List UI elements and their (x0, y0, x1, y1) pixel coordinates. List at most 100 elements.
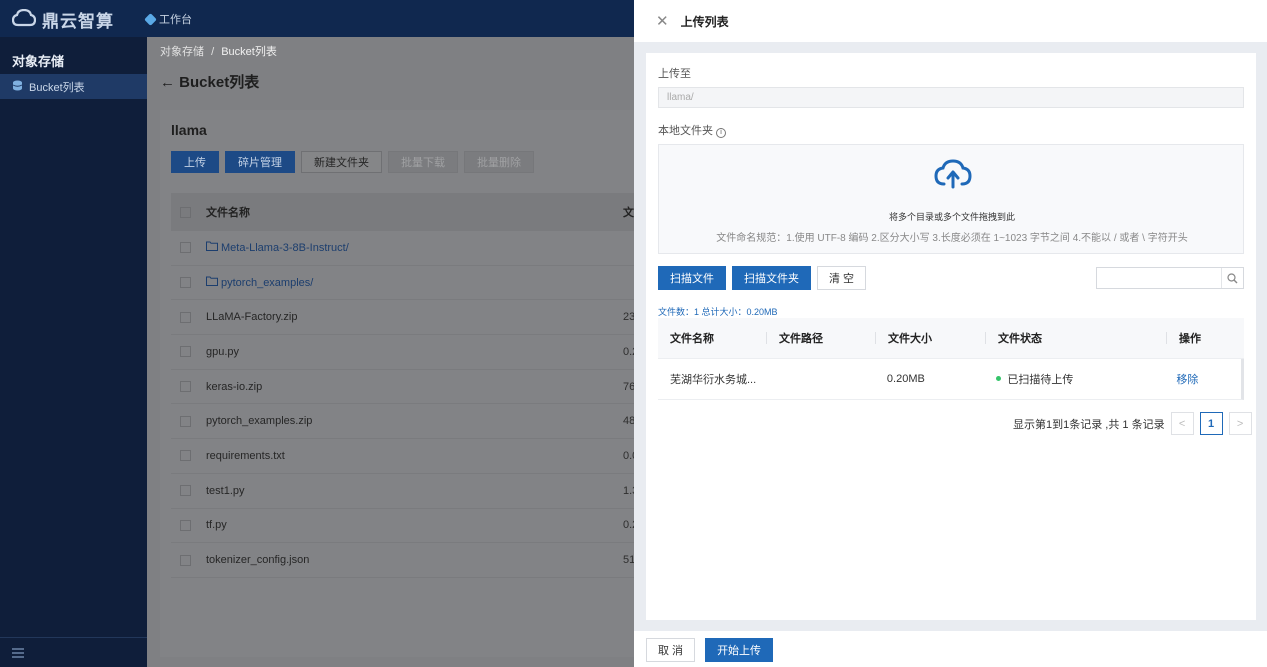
prev-page-button[interactable]: < (1170, 412, 1194, 435)
pagination-info: 显示第1到1条记录 ,共 1 条记录 (1013, 418, 1165, 431)
info-icon[interactable]: i (716, 128, 726, 138)
upload-button[interactable]: 上传 (171, 151, 219, 173)
brand-name: 鼎云智算 (42, 11, 114, 31)
folder-name-link[interactable]: pytorch_examples/ (221, 277, 313, 289)
local-folder-label-text: 本地文件夹 (658, 125, 713, 137)
header-status: 文件状态 (986, 330, 1167, 346)
batch-download-button[interactable]: 批量下载 (388, 151, 458, 173)
table-row[interactable]: requirements.txt 0.0 (171, 439, 660, 474)
clear-button[interactable]: 清 空 (817, 266, 867, 290)
row-checkbox[interactable] (180, 450, 191, 462)
file-naming-rules: 文件命名规范：1.使用 UTF-8 编码 2.区分大小写 3.长度必须在 1~1… (716, 233, 1188, 244)
brand-logo[interactable]: 鼎云智算 (11, 6, 114, 32)
remove-link[interactable]: 移除 (1164, 371, 1241, 387)
file-table-body: Meta-Llama-3-8B-Instruct/pytorch_example… (171, 231, 660, 578)
file-name: tf.py (206, 519, 227, 532)
workbench-label: 工作台 (159, 14, 192, 26)
header-size: 文件大小 (876, 330, 986, 346)
sidebar-item-label: Bucket列表 (29, 81, 85, 94)
table-row[interactable]: Meta-Llama-3-8B-Instruct/ (171, 231, 660, 266)
upload-file-status: 已扫描待上传 (984, 371, 1164, 387)
breadcrumb-root[interactable]: 对象存储 (160, 46, 204, 58)
row-checkbox[interactable] (180, 485, 191, 497)
header-action: 操作 (1179, 333, 1201, 345)
upload-table-header: 文件名称 文件路径 文件大小 文件状态 操作 (658, 318, 1244, 359)
header-file-name: 文件名称 (206, 207, 250, 219)
next-page-button[interactable]: > (1228, 412, 1252, 435)
workbench-link[interactable]: 工作台 (144, 11, 192, 27)
upload-drawer: ✕ 上传列表 上传至 llama/ 本地文件夹 i 将多个目录或多个文件拖拽到此 … (634, 0, 1267, 667)
upload-file-table: 文件名称 文件路径 文件大小 文件状态 操作 芜湖华衍水务城... 0.20MB… (658, 318, 1244, 400)
search-icon[interactable] (1221, 268, 1243, 288)
breadcrumb-separator: / (211, 46, 215, 58)
menu-collapse-icon[interactable] (12, 648, 24, 658)
fragment-manage-button[interactable]: 碎片管理 (225, 151, 295, 173)
header-file-size: 文 (623, 207, 634, 219)
drawer-header: ✕ 上传列表 (634, 0, 1267, 42)
sidebar-item-bucket-list[interactable]: Bucket列表 (0, 74, 147, 99)
row-checkbox[interactable] (180, 242, 191, 254)
file-name: pytorch_examples.zip (206, 415, 313, 428)
sidebar: 对象存储 Bucket列表 (0, 37, 147, 667)
close-icon[interactable]: ✕ (656, 12, 669, 30)
bucket-name: llama (171, 122, 207, 138)
header-path: 文件路径 (767, 330, 876, 346)
file-name: test1.py (206, 484, 245, 497)
table-row[interactable]: keras-io.zip 76 (171, 370, 660, 405)
row-checkbox[interactable] (180, 554, 191, 566)
pagination: 显示第1到1条记录 ,共 1 条记录 < 1 > (1013, 412, 1252, 435)
file-summary: 文件数：1 总计大小：0.20MB (658, 307, 778, 317)
row-checkbox[interactable] (180, 311, 191, 323)
table-row[interactable]: pytorch_examples.zip 48 (171, 404, 660, 440)
table-row[interactable]: tokenizer_config.json 51 (171, 543, 660, 578)
status-text: 已扫描待上传 (1007, 374, 1074, 386)
bucket-toolbar: 上传 碎片管理 新建文件夹 批量下载 批量删除 (171, 151, 534, 173)
file-name: requirements.txt (206, 449, 285, 462)
page-1-button[interactable]: 1 (1199, 412, 1223, 435)
folder-icon (206, 276, 221, 289)
table-row[interactable]: LLaMA-Factory.zip 23 (171, 300, 660, 336)
file-table-header: 文件名称 文 (171, 193, 660, 231)
table-row[interactable]: gpu.py 0.2 (171, 335, 660, 370)
row-checkbox[interactable] (180, 519, 191, 531)
sidebar-footer (0, 637, 147, 667)
start-upload-button[interactable]: 开始上传 (705, 638, 774, 662)
table-row: 芜湖华衍水务城... 0.20MB 已扫描待上传 移除 (658, 359, 1244, 400)
scan-folder-button[interactable]: 扫描文件夹 (732, 266, 811, 290)
row-checkbox[interactable] (180, 277, 191, 289)
table-row[interactable]: tf.py 0.2 (171, 509, 660, 544)
upload-to-label: 上传至 (658, 68, 691, 80)
workbench-icon (144, 12, 157, 26)
row-checkbox[interactable] (180, 415, 191, 427)
table-row[interactable]: test1.py 1.3 (171, 474, 660, 509)
database-icon (12, 80, 23, 94)
folder-name-link[interactable]: Meta-Llama-3-8B-Instruct/ (221, 242, 349, 254)
batch-delete-button[interactable]: 批量删除 (464, 151, 534, 173)
search-input[interactable] (1096, 267, 1244, 289)
scan-files-button[interactable]: 扫描文件 (658, 266, 726, 290)
upload-file-name: 芜湖华衍水务城... (670, 374, 757, 386)
sidebar-title: 对象存储 (12, 54, 65, 69)
breadcrumb-current: Bucket列表 (221, 46, 277, 58)
file-name: gpu.py (206, 345, 240, 358)
drop-zone[interactable]: 将多个目录或多个文件拖拽到此 文件命名规范：1.使用 UTF-8 编码 2.区分… (658, 144, 1244, 254)
select-all-checkbox[interactable] (180, 206, 191, 218)
breadcrumb: 对象存储 / Bucket列表 (160, 43, 277, 59)
cloud-upload-icon (934, 159, 972, 192)
status-dot-icon (996, 376, 1002, 381)
new-folder-button[interactable]: 新建文件夹 (301, 151, 382, 173)
row-checkbox[interactable] (180, 346, 191, 358)
drawer-footer: 取 消 开始上传 (634, 631, 1267, 667)
folder-icon (206, 241, 221, 254)
cancel-button[interactable]: 取 消 (646, 638, 696, 662)
back-arrow-icon[interactable]: ← (160, 74, 175, 91)
file-name: LLaMA-Factory.zip (206, 311, 298, 324)
header-name: 文件名称 (658, 330, 767, 346)
row-checkbox[interactable] (180, 381, 191, 393)
local-folder-label: 本地文件夹 i (658, 122, 726, 138)
cloud-logo-icon (11, 8, 37, 30)
drawer-body: 上传至 llama/ 本地文件夹 i 将多个目录或多个文件拖拽到此 文件命名规范：… (646, 53, 1256, 620)
table-row[interactable]: pytorch_examples/ (171, 266, 660, 301)
upload-file-size: 0.20MB (886, 373, 925, 385)
scan-actions: 扫描文件 扫描文件夹 清 空 (658, 266, 867, 290)
